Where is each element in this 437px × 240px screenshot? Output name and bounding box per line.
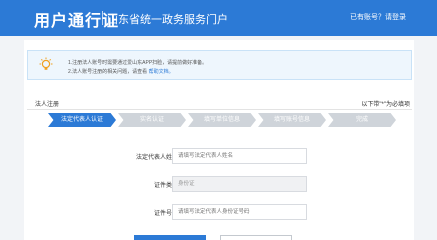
registration-card: 1.注册法人账号时需要通过爱山东APP扫脸，请提前做好准备。 2.法人账号注册的…: [24, 40, 414, 240]
id-type-label: 证件类型：: [153, 183, 184, 189]
legal-rep-name-input[interactable]: [172, 148, 307, 164]
section-header: 法人注册 以下带"*"为必填项: [27, 96, 412, 110]
notice-line-2: 2.法人账号注册的相关问题，请查看 帮助文档。: [68, 68, 174, 75]
top-header-bar: 用户通行证 山东省统一政务服务门户 已有账号？请登录: [0, 0, 437, 36]
section-title: 法人注册: [35, 102, 60, 108]
id-number-row: 证件号码：: [24, 204, 414, 220]
step-org-info: 填写单位信息: [188, 113, 256, 127]
notice-box: 1.注册法人账号时需要通过爱山东APP扫脸，请提前做好准备。 2.法人账号注册的…: [27, 50, 412, 80]
step-legal-rep: 法定代表人认证: [48, 113, 116, 127]
help-doc-link[interactable]: 帮助文档。: [149, 69, 174, 75]
name-row: 法定代表人姓名：: [24, 148, 414, 164]
login-link-text[interactable]: 已有账号？请登录: [350, 14, 406, 21]
secondary-button[interactable]: [220, 235, 292, 240]
logo-divider: [102, 11, 103, 25]
step-realname: 实名认证: [118, 113, 186, 127]
lightbulb-icon: [39, 57, 53, 70]
required-note: 以下带"*"为必填项: [361, 102, 410, 108]
id-number-label: 证件号码：: [153, 211, 184, 217]
id-type-row: 证件类型： 身份证: [24, 176, 414, 192]
primary-button[interactable]: [134, 235, 206, 240]
notice-line-2-text: 2.法人账号注册的相关问题，请查看: [68, 69, 148, 75]
id-number-input[interactable]: [172, 204, 307, 220]
name-label: 法定代表人姓名：: [135, 155, 184, 161]
portal-subtitle: 山东省统一政务服务门户: [107, 14, 228, 26]
notice-line-1: 1.注册法人账号时需要通过爱山东APP扫脸，请提前做好准备。: [68, 60, 208, 66]
id-type-field: 身份证: [172, 176, 307, 192]
step-account-info: 填写账号信息: [258, 113, 326, 127]
step-progress: 法定代表人认证 实名认证 填写单位信息 填写账号信息 完成: [48, 113, 396, 127]
login-link[interactable]: 已有账号？请登录: [350, 12, 406, 22]
step-complete: 完成: [328, 113, 396, 127]
